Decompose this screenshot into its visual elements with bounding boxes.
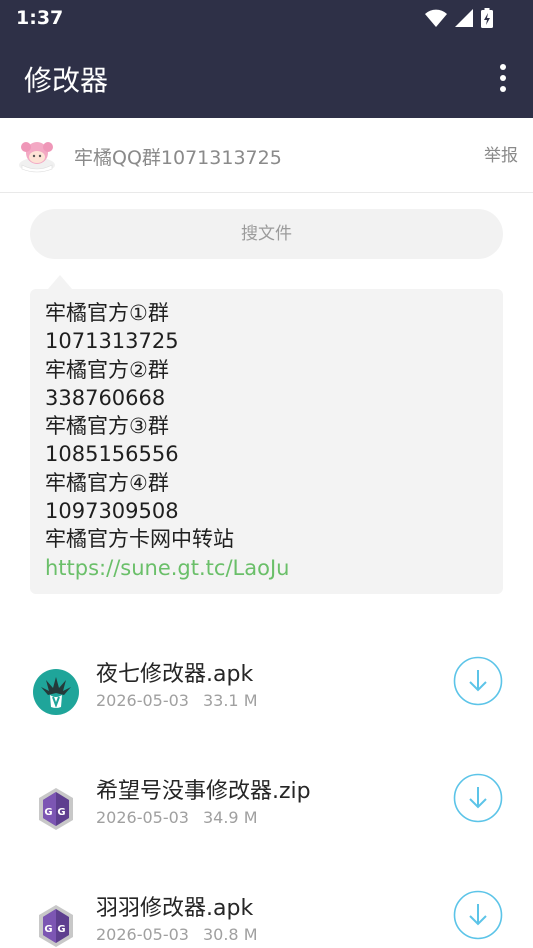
file-date: 2026-05-03 xyxy=(96,808,189,827)
file-size: 30.8 M xyxy=(202,925,258,944)
group-name: 牢橘QQ群1071313725 xyxy=(74,147,282,169)
notice-line: 牢橘官方③群 xyxy=(45,414,169,439)
download-icon[interactable] xyxy=(453,890,503,940)
file-date: 2026-05-03 xyxy=(96,925,189,944)
notice-line: 牢橘官方卡网中转站 xyxy=(45,527,234,552)
file-meta: 2026-05-03 34.9 M xyxy=(96,808,258,827)
file-name: 羽羽修改器.apk xyxy=(96,896,254,921)
file-date: 2026-05-03 xyxy=(96,691,189,710)
svg-text:G: G xyxy=(44,924,52,935)
game-guardian-icon: G G xyxy=(39,905,73,947)
magisk-icon xyxy=(33,669,79,715)
svg-text:G: G xyxy=(57,924,65,935)
file-item[interactable]: 夜七修改器.apk 2026-05-03 33.1 M xyxy=(0,656,533,756)
file-search-bar[interactable]: 搜文件 xyxy=(30,209,503,259)
game-guardian-icon: G G xyxy=(39,788,73,830)
battery-icon xyxy=(481,8,493,28)
status-time: 1:37 xyxy=(16,7,64,29)
file-meta: 2026-05-03 30.8 M xyxy=(96,925,258,944)
signal-icon xyxy=(455,9,473,27)
report-link[interactable]: 举报 xyxy=(484,141,518,166)
file-name: 希望号没事修改器.zip xyxy=(96,779,311,804)
download-icon[interactable] xyxy=(453,773,503,823)
notice-line: 1071313725 xyxy=(45,329,179,354)
file-name: 夜七修改器.apk xyxy=(96,662,254,687)
group-avatar xyxy=(19,142,55,173)
download-icon[interactable] xyxy=(453,656,503,706)
file-size: 33.1 M xyxy=(202,691,258,710)
app-title: 修改器 xyxy=(24,64,109,97)
file-size: 34.9 M xyxy=(202,808,258,827)
notice-line: 牢橘官方④群 xyxy=(45,470,169,495)
svg-text:G: G xyxy=(57,807,65,818)
file-item[interactable]: G G 希望号没事修改器.zip 2026-05-03 34.9 M xyxy=(0,773,533,873)
notice-line: 1085156556 xyxy=(45,442,179,467)
svg-text:G: G xyxy=(44,807,52,818)
notice-link[interactable]: https://sune.gt.tc/LaoJu xyxy=(45,554,488,582)
notice-line: 牢橘官方②群 xyxy=(45,357,169,382)
app-bar: 1:37 修改器 xyxy=(0,0,533,118)
status-icons xyxy=(425,8,493,28)
notice-line: 338760668 xyxy=(45,385,166,410)
wifi-icon xyxy=(425,9,447,27)
group-header[interactable]: 牢橘QQ群1071313725 举报 xyxy=(0,119,533,193)
notice-line: 牢橘官方①群 xyxy=(45,301,169,325)
file-meta: 2026-05-03 33.1 M xyxy=(96,691,258,710)
notice-line: 1097309508 xyxy=(45,499,179,524)
more-options-icon[interactable] xyxy=(495,63,511,93)
group-notice: 牢橘官方①群 1071313725 牢橘官方②群 338760668 牢橘官方③… xyxy=(30,275,503,594)
file-item[interactable]: G G 羽羽修改器.apk 2026-05-03 30.8 M xyxy=(0,890,533,948)
